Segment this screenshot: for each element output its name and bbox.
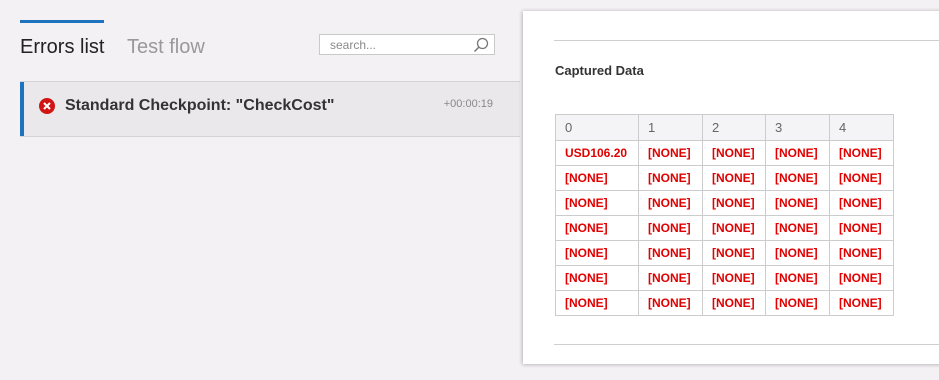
- divider: [554, 344, 939, 345]
- table-cell: [NONE]: [555, 165, 639, 191]
- search-icon[interactable]: [473, 37, 489, 53]
- table-row: [NONE] [NONE] [NONE] [NONE] [NONE]: [555, 190, 894, 216]
- table-cell: [NONE]: [555, 290, 639, 316]
- table-cell: [NONE]: [829, 265, 894, 291]
- search-input[interactable]: [320, 35, 480, 54]
- table-cell: [NONE]: [765, 140, 830, 166]
- table-cell: [NONE]: [702, 140, 766, 166]
- app-root: Errors list Test flow Standard Checkpoin…: [0, 0, 939, 380]
- active-tab-indicator: [20, 20, 104, 23]
- table-cell: [NONE]: [829, 240, 894, 266]
- column-header: 0: [555, 114, 639, 141]
- table-cell: [NONE]: [765, 240, 830, 266]
- error-timestamp: +00:00:19: [443, 98, 493, 110]
- table-cell: [NONE]: [555, 215, 639, 241]
- table-row: [NONE] [NONE] [NONE] [NONE] [NONE]: [555, 215, 894, 241]
- table-cell: [NONE]: [765, 290, 830, 316]
- column-header: 2: [702, 114, 766, 141]
- table-cell: [NONE]: [555, 265, 639, 291]
- table-cell: [NONE]: [638, 140, 703, 166]
- error-icon: [39, 98, 55, 114]
- column-header: 1: [638, 114, 703, 141]
- search-box: [319, 34, 495, 55]
- table-cell: [NONE]: [829, 140, 894, 166]
- table-cell: [NONE]: [829, 165, 894, 191]
- details-panel: Captured Data 0 1 2 3 4 USD106.20 [NONE]…: [523, 11, 939, 364]
- table-cell: [NONE]: [765, 265, 830, 291]
- table-cell: [NONE]: [765, 190, 830, 216]
- selected-item-accent: [20, 82, 24, 136]
- error-list-item[interactable]: Standard Checkpoint: "CheckCost" +00:00:…: [20, 81, 520, 137]
- table-cell: [NONE]: [638, 165, 703, 191]
- table-row: [NONE] [NONE] [NONE] [NONE] [NONE]: [555, 165, 894, 191]
- table-cell: [NONE]: [829, 290, 894, 316]
- table-cell: [NONE]: [555, 190, 639, 216]
- table-cell: [NONE]: [702, 290, 766, 316]
- table-cell: [NONE]: [638, 290, 703, 316]
- captured-data-heading: Captured Data: [555, 63, 644, 78]
- tab-errors-list[interactable]: Errors list: [20, 34, 104, 60]
- column-header: 3: [765, 114, 830, 141]
- table-cell: [NONE]: [638, 265, 703, 291]
- table-cell: [NONE]: [765, 165, 830, 191]
- table-cell: [NONE]: [829, 215, 894, 241]
- table-row: [NONE] [NONE] [NONE] [NONE] [NONE]: [555, 290, 894, 316]
- column-header: 4: [829, 114, 894, 141]
- table-cell: [NONE]: [702, 190, 766, 216]
- divider: [554, 40, 939, 41]
- table-row: [NONE] [NONE] [NONE] [NONE] [NONE]: [555, 240, 894, 266]
- tab-test-flow[interactable]: Test flow: [127, 34, 205, 60]
- table-row: USD106.20 [NONE] [NONE] [NONE] [NONE]: [555, 140, 894, 166]
- table-cell: USD106.20: [555, 140, 639, 166]
- table-cell: [NONE]: [638, 190, 703, 216]
- table-cell: [NONE]: [702, 165, 766, 191]
- table-cell: [NONE]: [638, 240, 703, 266]
- table-header-row: 0 1 2 3 4: [555, 114, 894, 141]
- table-cell: [NONE]: [702, 215, 766, 241]
- captured-data-table: 0 1 2 3 4 USD106.20 [NONE] [NONE] [NONE]…: [555, 114, 894, 316]
- table-row: [NONE] [NONE] [NONE] [NONE] [NONE]: [555, 265, 894, 291]
- table-cell: [NONE]: [765, 215, 830, 241]
- table-cell: [NONE]: [702, 240, 766, 266]
- table-cell: [NONE]: [829, 190, 894, 216]
- table-cell: [NONE]: [555, 240, 639, 266]
- error-title: Standard Checkpoint: "CheckCost": [65, 97, 335, 114]
- table-cell: [NONE]: [702, 265, 766, 291]
- table-cell: [NONE]: [638, 215, 703, 241]
